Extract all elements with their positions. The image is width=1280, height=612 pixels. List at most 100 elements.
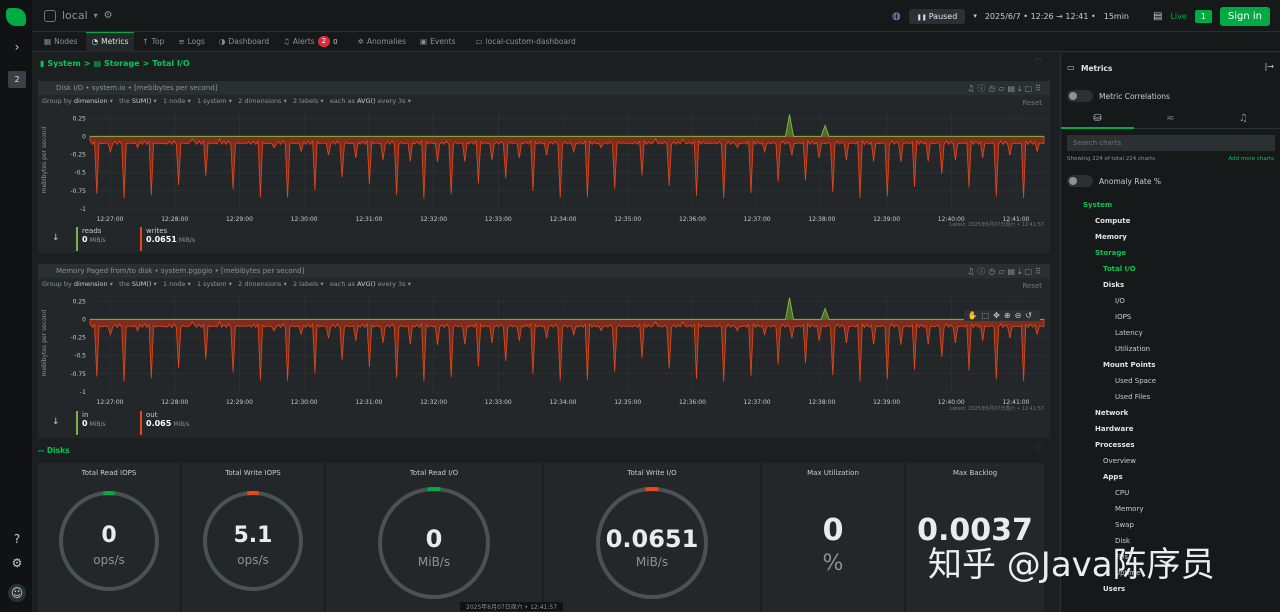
- gauge-card[interactable]: Total Write I/O 0.0651 MiB/s: [544, 463, 760, 612]
- tree-item[interactable]: Disks: [1103, 281, 1124, 289]
- tab-logs[interactable]: ≡ Logs: [172, 32, 211, 52]
- tree-item[interactable]: Hardware: [1095, 425, 1133, 433]
- tree-item[interactable]: Memory: [1095, 233, 1127, 241]
- add-more-charts-link[interactable]: Add more charts: [1228, 156, 1274, 162]
- chart-group-by[interactable]: Group by dimension ▾ the SUM() ▾ 1 node …: [38, 95, 1050, 107]
- chart-zoom-toolbar[interactable]: ✋⬚✥⊕⊖↺: [963, 310, 1040, 321]
- time-agg-value[interactable]: AVG(): [357, 280, 376, 288]
- tab-top[interactable]: ↑ Top: [136, 32, 170, 52]
- breadcrumb-system[interactable]: System: [47, 59, 80, 68]
- paused-button[interactable]: Paused: [908, 8, 966, 24]
- tree-item[interactable]: Processes: [1095, 441, 1135, 449]
- tree-item[interactable]: Compute: [1095, 217, 1130, 225]
- tree-item[interactable]: Memory: [1115, 505, 1143, 513]
- tree-item[interactable]: IOPS: [1115, 313, 1131, 321]
- metrics-icon: ◔: [91, 37, 99, 46]
- space-badge[interactable]: 2: [8, 71, 26, 88]
- tree-item[interactable]: Total I/O: [1103, 265, 1136, 273]
- legend-in[interactable]: in 0 MiB/s: [76, 411, 134, 435]
- aggregation-value[interactable]: SUM(): [132, 97, 152, 105]
- chart-group-by[interactable]: Group by dimension ▾ the SUM() ▾ 1 node …: [38, 278, 1050, 290]
- tab-dashboard[interactable]: ◑ Dashboard: [213, 32, 275, 52]
- tree-item[interactable]: Swap: [1115, 521, 1134, 529]
- gauge-card[interactable]: Total Write IOPS 5.1 ops/s: [182, 463, 324, 612]
- collapse-panel-icon[interactable]: |→: [1265, 62, 1274, 71]
- tree-item[interactable]: I/O: [1115, 297, 1125, 305]
- expand-down-icon[interactable]: ↓: [52, 417, 60, 427]
- space-selector[interactable]: local ▾ ⚙: [44, 9, 113, 22]
- legend-unit: MiB/s: [89, 237, 106, 244]
- tree-item[interactable]: Used Space: [1115, 377, 1156, 385]
- tree-item[interactable]: Storage: [1095, 249, 1126, 257]
- alerts-tab-icon[interactable]: ♫: [1207, 109, 1280, 129]
- chart-disk-io-plot[interactable]: mebibytes per second 0.25 0 -0.25 -0.5 -0.75 -…: [38, 109, 1050, 225]
- disks-section-label[interactable]: -- Disks: [38, 446, 70, 455]
- labels-filter[interactable]: 2 labels: [293, 280, 318, 288]
- heart-icon[interactable]: ♡: [1034, 58, 1042, 68]
- settings-gear-icon[interactable]: ⚙: [8, 554, 26, 572]
- nodes-filter[interactable]: 1 node: [163, 97, 185, 105]
- layout-icon[interactable]: ▤: [1153, 11, 1162, 22]
- bulb-icon[interactable]: ◍: [892, 11, 901, 22]
- tab-custom-dashboard[interactable]: ▭ local-custom-dashboard: [469, 32, 581, 52]
- reset-button[interactable]: Reset: [1022, 99, 1042, 107]
- systems-filter[interactable]: 1 system: [197, 97, 227, 105]
- anomaly-rate-toggle[interactable]: [1067, 175, 1093, 187]
- legend-writes[interactable]: writes 0.0651 MiB/s: [140, 227, 198, 251]
- live-count-badge[interactable]: 1: [1194, 9, 1212, 23]
- space-settings-icon[interactable]: ⚙: [104, 10, 113, 21]
- dimensions-filter[interactable]: 2 dimensions: [238, 97, 281, 105]
- tree-item[interactable]: Network: [1095, 409, 1128, 417]
- sign-in-button[interactable]: Sign in: [1219, 6, 1270, 26]
- charts-tab-icon[interactable]: ⛁: [1061, 109, 1134, 129]
- breadcrumb-storage[interactable]: Storage: [104, 59, 140, 68]
- search-charts-input[interactable]: [1067, 135, 1275, 151]
- user-avatar-icon[interactable]: ☺: [8, 584, 26, 602]
- view-tabs: ▦ Nodes ◔ Metrics ↑ Top ≡ Logs ◑ Dashboard ♫ A…: [32, 31, 1280, 52]
- duration[interactable]: 15min: [1104, 12, 1129, 21]
- systems-filter[interactable]: 1 system: [197, 280, 227, 288]
- gauge-card[interactable]: Max Utilization 0%: [762, 463, 904, 612]
- tree-item[interactable]: Users: [1103, 585, 1125, 593]
- every-label[interactable]: every 3s: [378, 280, 406, 288]
- chart-toolbar[interactable]: ♫ⓘ◷▱▤⤓▢⠿: [967, 266, 1044, 277]
- chart-toolbar[interactable]: ♫ⓘ◷▱▤⤓▢⠿: [967, 83, 1044, 94]
- gauge-card[interactable]: Total Read IOPS 0 ops/s: [38, 463, 180, 612]
- tree-item[interactable]: System: [1083, 201, 1112, 209]
- tab-metrics[interactable]: ◔ Metrics: [85, 31, 135, 52]
- heart-icon[interactable]: ♡: [1034, 445, 1042, 455]
- y-tick-label: -1: [80, 206, 86, 213]
- labels-filter[interactable]: 2 labels: [293, 97, 318, 105]
- tree-item[interactable]: Apps: [1103, 473, 1123, 481]
- tree-item[interactable]: CPU: [1115, 489, 1129, 497]
- expand-down-icon[interactable]: ↓: [52, 233, 60, 243]
- time-agg-value[interactable]: AVG(): [357, 97, 376, 105]
- tab-events[interactable]: ▣ Events: [414, 32, 462, 52]
- gauge-card[interactable]: Total Read I/O 0 MiB/s: [326, 463, 542, 612]
- tree-item[interactable]: Overview: [1103, 457, 1136, 465]
- nodes-filter[interactable]: 1 node: [163, 280, 185, 288]
- tab-alerts[interactable]: ♫ Alerts 2 0: [277, 32, 343, 52]
- tree-item[interactable]: Utilization: [1115, 345, 1150, 353]
- chart-memory-paged-plot[interactable]: mebibytes per second 0.25 0 -0.25 -0.5 -0.75 -…: [38, 292, 1050, 408]
- group-by-value[interactable]: dimension: [74, 280, 108, 288]
- netdata-logo[interactable]: [6, 8, 26, 26]
- tab-nodes[interactable]: ▦ Nodes: [38, 32, 84, 52]
- filter-tab-icon[interactable]: ≂: [1134, 109, 1207, 129]
- reset-button[interactable]: Reset: [1022, 282, 1042, 290]
- group-by-value[interactable]: dimension: [74, 97, 108, 105]
- tab-anomalies[interactable]: ✲ Anomalies: [352, 32, 412, 52]
- dimensions-filter[interactable]: 2 dimensions: [238, 280, 281, 288]
- metric-correlations-toggle[interactable]: [1067, 90, 1093, 102]
- expand-chevron-icon[interactable]: ›: [8, 38, 26, 56]
- date-chevron-icon[interactable]: ▾: [973, 12, 977, 20]
- tree-item[interactable]: Mount Points: [1103, 361, 1155, 369]
- aggregation-value[interactable]: SUM(): [132, 280, 152, 288]
- legend-out[interactable]: out 0.065 MiB/s: [140, 411, 198, 435]
- legend-reads[interactable]: reads 0 MiB/s: [76, 227, 134, 251]
- tree-item[interactable]: Used Files: [1115, 393, 1150, 401]
- every-label[interactable]: every 3s: [378, 97, 406, 105]
- tree-item[interactable]: Latency: [1115, 329, 1143, 337]
- date-range[interactable]: 2025/6/7 • 12:26 → 12:41 •: [985, 12, 1096, 21]
- help-icon[interactable]: ?: [8, 530, 26, 548]
